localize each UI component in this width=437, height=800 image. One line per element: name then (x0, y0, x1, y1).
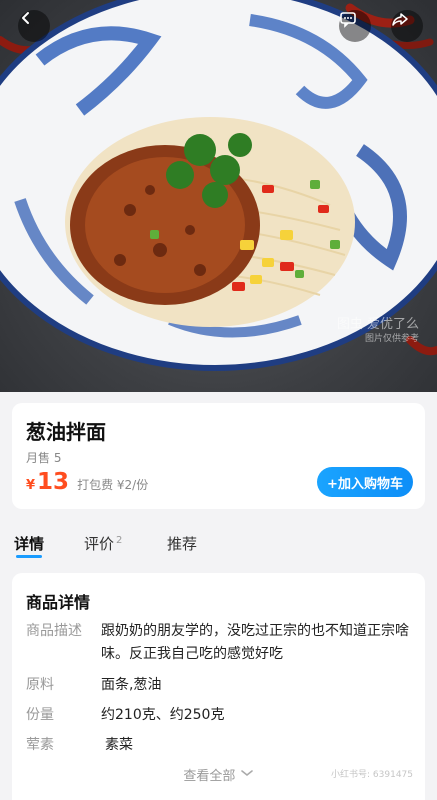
detail-row-description: 商品描述 跟奶奶的朋友学的，没吃过正宗的也不知道正宗啥味。反正我自己吃的感觉好吃 (26, 620, 411, 666)
back-arrow-icon (22, 12, 29, 24)
corner-watermark: 小红书号: 6391475 (331, 770, 413, 780)
active-tab-indicator (16, 555, 42, 558)
tab-bar: 详情 评价 2 推荐 (0, 533, 437, 558)
currency-symbol: ¥ (26, 478, 36, 493)
share-button[interactable] (391, 10, 423, 42)
detail-value: 面条,葱油 (101, 677, 162, 693)
detail-value: 素菜 (105, 737, 133, 753)
monthly-sales: 月售 5 (26, 451, 62, 465)
view-all-label: 查看全部 (183, 769, 236, 784)
details-title: 商品详情 (26, 593, 91, 612)
price-value: 13 (37, 469, 70, 495)
review-count-badge: 2 (116, 535, 123, 546)
share-icon (392, 13, 408, 26)
message-icon (340, 12, 356, 28)
chevron-down-icon (240, 767, 254, 782)
detail-value: 跟奶奶的朋友学的，没吃过正宗的也不知道正宗啥味。反正我自己吃的感觉好吃 (101, 623, 409, 662)
tab-review[interactable]: 评价 2 (84, 533, 122, 554)
detail-value: 约210克、约250克 (101, 707, 225, 723)
tab-detail[interactable]: 详情 (14, 533, 44, 554)
product-info-card: 葱油拌面 月售 5 ¥ 13 打包费 ¥2/份 +加入购物车 (12, 403, 425, 509)
detail-row-ingredients: 原料 面条,葱油 (26, 674, 411, 697)
product-hero-image: 图虫 爱优了么 图片仅供参考 (0, 0, 437, 392)
tab-recommend[interactable]: 推荐 (167, 533, 197, 554)
detail-label: 原料 (26, 677, 54, 693)
add-to-cart-button[interactable]: +加入购物车 (317, 467, 413, 497)
watermark-main: 图虫 爱优了么 (336, 317, 419, 332)
watermark-sub: 图片仅供参考 (364, 334, 419, 344)
message-button[interactable] (339, 10, 371, 42)
detail-label: 荤素 (26, 737, 54, 753)
tab-review-label: 评价 (84, 535, 115, 553)
product-name: 葱油拌面 (26, 420, 106, 444)
back-button[interactable] (18, 10, 50, 42)
image-watermark: 图虫 爱优了么 图片仅供参考 (337, 318, 419, 346)
detail-row-diet: 荤素 素菜 (26, 734, 411, 757)
packing-fee: 打包费 ¥2/份 (77, 478, 149, 492)
detail-label: 商品描述 (26, 623, 82, 639)
detail-label: 份量 (26, 707, 54, 723)
product-details-card: 商品详情 商品描述 跟奶奶的朋友学的，没吃过正宗的也不知道正宗啥味。反正我自己吃… (12, 573, 425, 800)
price-row: ¥ 13 打包费 ¥2/份 (26, 469, 148, 495)
detail-row-portion: 份量 约210克、约250克 (26, 704, 411, 727)
